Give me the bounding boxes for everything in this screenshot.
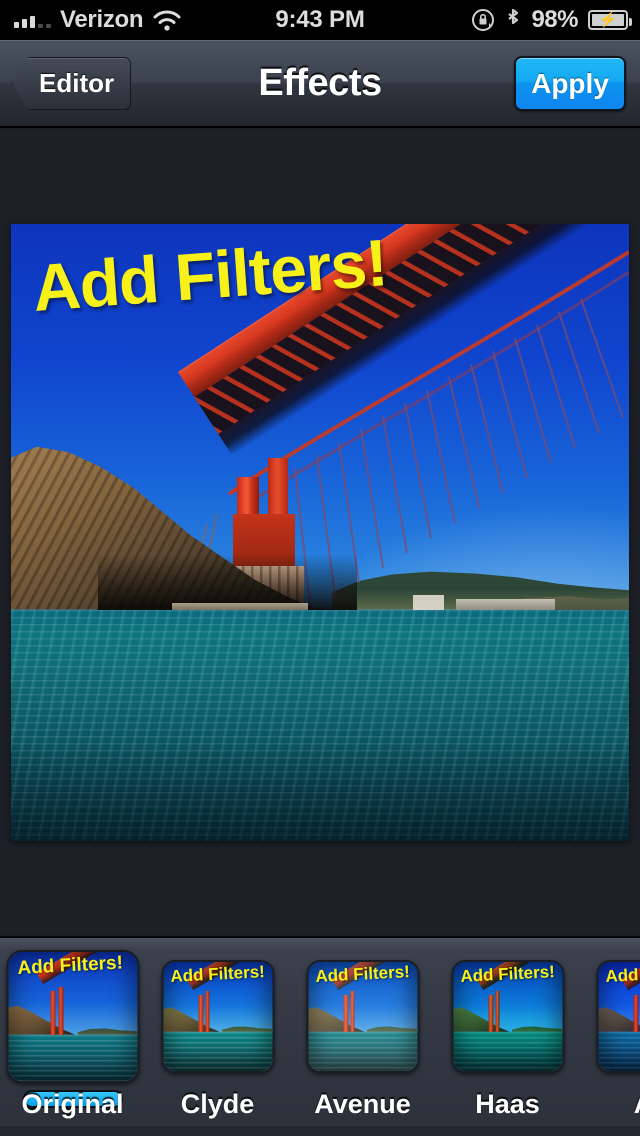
battery-charging-icon: ⚡ [588,10,632,30]
filter-label: Haas [475,1089,540,1119]
filter-label: Ari [580,1089,640,1120]
filter-thumb-caption: Add Fil [605,964,640,987]
battery-percent-label: 98% [531,6,578,33]
app-screen: Verizon 9:43 PM 98% ⚡ Editor Effects App… [0,0,640,1136]
filter-thumbnail: Add Filters! [161,960,274,1073]
filter-item-ari[interactable]: Add Fil Ari [580,938,640,1126]
filter-label: Clyde [180,1089,255,1119]
status-bar-right: 98% ⚡ [471,6,632,34]
filter-thumbnail: Add Filters! [451,960,564,1073]
photo-cliff-shadow [97,554,358,610]
filter-list: Add Filters! Original Add Filters! Clyde… [0,938,640,1126]
filter-item-haas[interactable]: Add Filters! Haas [435,938,580,1126]
filter-label: Avenue [314,1089,411,1119]
photo-preview[interactable]: Add Filters! [11,224,629,841]
filter-label: Original [21,1089,124,1119]
filter-thumbnail: Add Filters! [6,950,139,1083]
filter-thumbnail: Add Filters! [306,960,419,1073]
filter-item-original[interactable]: Add Filters! Original [0,938,145,1126]
filter-item-avenue[interactable]: Add Filters! Avenue [290,938,435,1126]
apply-button[interactable]: Apply [514,56,626,111]
bottom-edge [0,1126,640,1136]
filter-item-clyde[interactable]: Add Filters! Clyde [145,938,290,1126]
navigation-bar: Editor Effects Apply [0,40,640,128]
bluetooth-icon [505,7,521,33]
status-bar: Verizon 9:43 PM 98% ⚡ [0,0,640,40]
photo-water-foreground [11,742,629,841]
rotation-lock-icon [471,8,495,32]
filter-strip[interactable]: Add Filters! Original Add Filters! Clyde… [0,936,640,1126]
filter-thumbnail: Add Fil [596,960,640,1073]
photo-canvas: Add Filters! [0,130,640,934]
